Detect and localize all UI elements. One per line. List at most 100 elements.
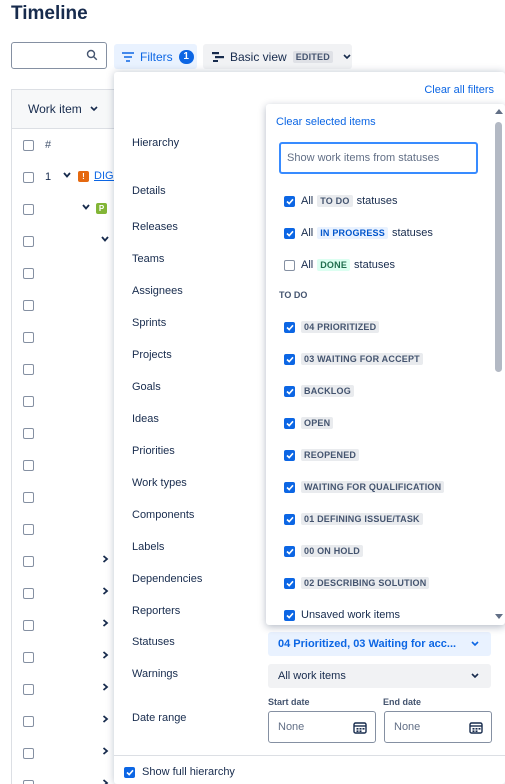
- chevron-right-icon[interactable]: [100, 714, 110, 724]
- row-checkbox[interactable]: [23, 492, 34, 503]
- row-checkbox[interactable]: [23, 364, 34, 375]
- table-row[interactable]: [12, 641, 122, 673]
- row-checkbox[interactable]: [23, 172, 34, 183]
- chevron-down-icon[interactable]: [100, 234, 110, 244]
- option-checkbox[interactable]: [284, 514, 295, 525]
- table-row[interactable]: [12, 449, 122, 481]
- table-row[interactable]: [12, 609, 122, 641]
- row-checkbox[interactable]: [23, 204, 34, 215]
- row-checkbox[interactable]: [23, 428, 34, 439]
- option-checkbox[interactable]: [284, 322, 295, 333]
- status-option[interactable]: 01 DEFINING ISSUE/TASK: [266, 508, 494, 532]
- select-all-checkbox[interactable]: [23, 140, 34, 151]
- status-lozenge: 00 ON HOLD: [301, 545, 364, 557]
- statuses-select[interactable]: 04 Prioritized, 03 Waiting for acc...: [268, 632, 491, 656]
- calendar-icon[interactable]: [469, 721, 483, 734]
- status-option[interactable]: 04 PRIORITIZED: [266, 316, 494, 340]
- search-input[interactable]: [11, 42, 107, 69]
- option-checkbox[interactable]: [284, 386, 295, 397]
- status-category-option[interactable]: All IN PROGRESS statuses: [266, 222, 494, 246]
- chevron-right-icon[interactable]: [100, 650, 110, 660]
- row-checkbox[interactable]: [23, 332, 34, 343]
- table-row[interactable]: P: [12, 193, 122, 225]
- option-checkbox[interactable]: [284, 482, 295, 493]
- table-row[interactable]: [12, 225, 122, 257]
- table-row[interactable]: [12, 545, 122, 577]
- row-checkbox[interactable]: [23, 620, 34, 631]
- row-checkbox[interactable]: [23, 460, 34, 471]
- option-checkbox[interactable]: [284, 260, 295, 271]
- status-option[interactable]: REOPENED: [266, 444, 494, 468]
- status-option[interactable]: 02 DESCRIBING SOLUTION: [266, 572, 494, 596]
- calendar-icon[interactable]: [353, 721, 367, 734]
- scroll-up-icon[interactable]: [495, 108, 503, 114]
- end-date-input[interactable]: None: [384, 711, 492, 743]
- option-checkbox[interactable]: [284, 578, 295, 589]
- clear-selected-items-link[interactable]: Clear selected items: [276, 116, 376, 128]
- chevron-right-icon[interactable]: [100, 746, 110, 756]
- chevron-right-icon[interactable]: [100, 618, 110, 628]
- status-option[interactable]: 03 WAITING FOR ACCEPT: [266, 348, 494, 372]
- unsaved-work-items-option[interactable]: Unsaved work items: [266, 604, 494, 625]
- option-checkbox[interactable]: [284, 196, 295, 207]
- option-checkbox[interactable]: [284, 450, 295, 461]
- chevron-down-icon[interactable]: [62, 170, 72, 180]
- row-checkbox[interactable]: [23, 236, 34, 247]
- status-option[interactable]: WAITING FOR QUALIFICATION: [266, 476, 494, 500]
- table-row[interactable]: [12, 417, 122, 449]
- table-row[interactable]: [12, 481, 122, 513]
- row-checkbox[interactable]: [23, 524, 34, 535]
- chevron-right-icon[interactable]: [100, 554, 110, 564]
- row-checkbox[interactable]: [23, 588, 34, 599]
- table-row[interactable]: [12, 769, 122, 784]
- table-row[interactable]: [12, 353, 122, 385]
- table-row[interactable]: 1 ! DIGI: [12, 161, 122, 193]
- row-checkbox[interactable]: [23, 300, 34, 311]
- status-option[interactable]: BACKLOG: [266, 380, 494, 404]
- option-checkbox[interactable]: [284, 418, 295, 429]
- option-checkbox[interactable]: [284, 546, 295, 557]
- status-lozenge: 01 DEFINING ISSUE/TASK: [301, 513, 423, 525]
- option-checkbox[interactable]: [284, 354, 295, 365]
- status-category-option[interactable]: All DONE statuses: [266, 254, 494, 278]
- check-icon: [125, 769, 134, 776]
- show-full-hierarchy-checkbox[interactable]: [124, 767, 135, 778]
- scrollbar-thumb[interactable]: [495, 122, 502, 372]
- status-category-option[interactable]: All TO DO statuses: [266, 190, 494, 214]
- table-row[interactable]: [12, 705, 122, 737]
- status-search-input[interactable]: Show work items from statuses: [279, 142, 478, 174]
- start-date-input[interactable]: None: [268, 711, 376, 743]
- row-checkbox[interactable]: [23, 684, 34, 695]
- row-checkbox[interactable]: [23, 748, 34, 759]
- row-checkbox[interactable]: [23, 556, 34, 567]
- table-row[interactable]: [12, 321, 122, 353]
- view-settings-button[interactable]: Basic view EDITED: [203, 44, 352, 69]
- option-checkbox[interactable]: [284, 228, 295, 239]
- table-row[interactable]: [12, 737, 122, 769]
- row-checkbox[interactable]: [23, 396, 34, 407]
- table-row[interactable]: [12, 513, 122, 545]
- row-checkbox[interactable]: [23, 268, 34, 279]
- chevron-right-icon[interactable]: [100, 682, 110, 692]
- table-row[interactable]: [12, 577, 122, 609]
- status-option[interactable]: OPEN: [266, 412, 494, 436]
- chevron-right-icon[interactable]: [100, 586, 110, 596]
- filters-button[interactable]: Filters 1: [114, 44, 197, 69]
- row-checkbox[interactable]: [23, 652, 34, 663]
- scroll-down-icon[interactable]: [495, 614, 503, 620]
- work-item-column-header[interactable]: Work item: [28, 102, 82, 116]
- table-row[interactable]: [12, 673, 122, 705]
- option-checkbox[interactable]: [284, 610, 295, 621]
- row-checkbox[interactable]: [23, 716, 34, 727]
- table-row[interactable]: [12, 385, 122, 417]
- table-row[interactable]: [12, 257, 122, 289]
- chevron-right-icon[interactable]: [100, 778, 110, 784]
- status-option[interactable]: 00 ON HOLD: [266, 540, 494, 564]
- option-prefix: All: [301, 259, 314, 271]
- warnings-select[interactable]: All work items: [268, 664, 491, 688]
- row-checkbox[interactable]: [23, 780, 34, 784]
- chevron-down-icon[interactable]: [90, 106, 98, 112]
- table-row[interactable]: [12, 289, 122, 321]
- chevron-down-icon[interactable]: [81, 202, 91, 212]
- clear-all-filters-link[interactable]: Clear all filters: [424, 84, 494, 96]
